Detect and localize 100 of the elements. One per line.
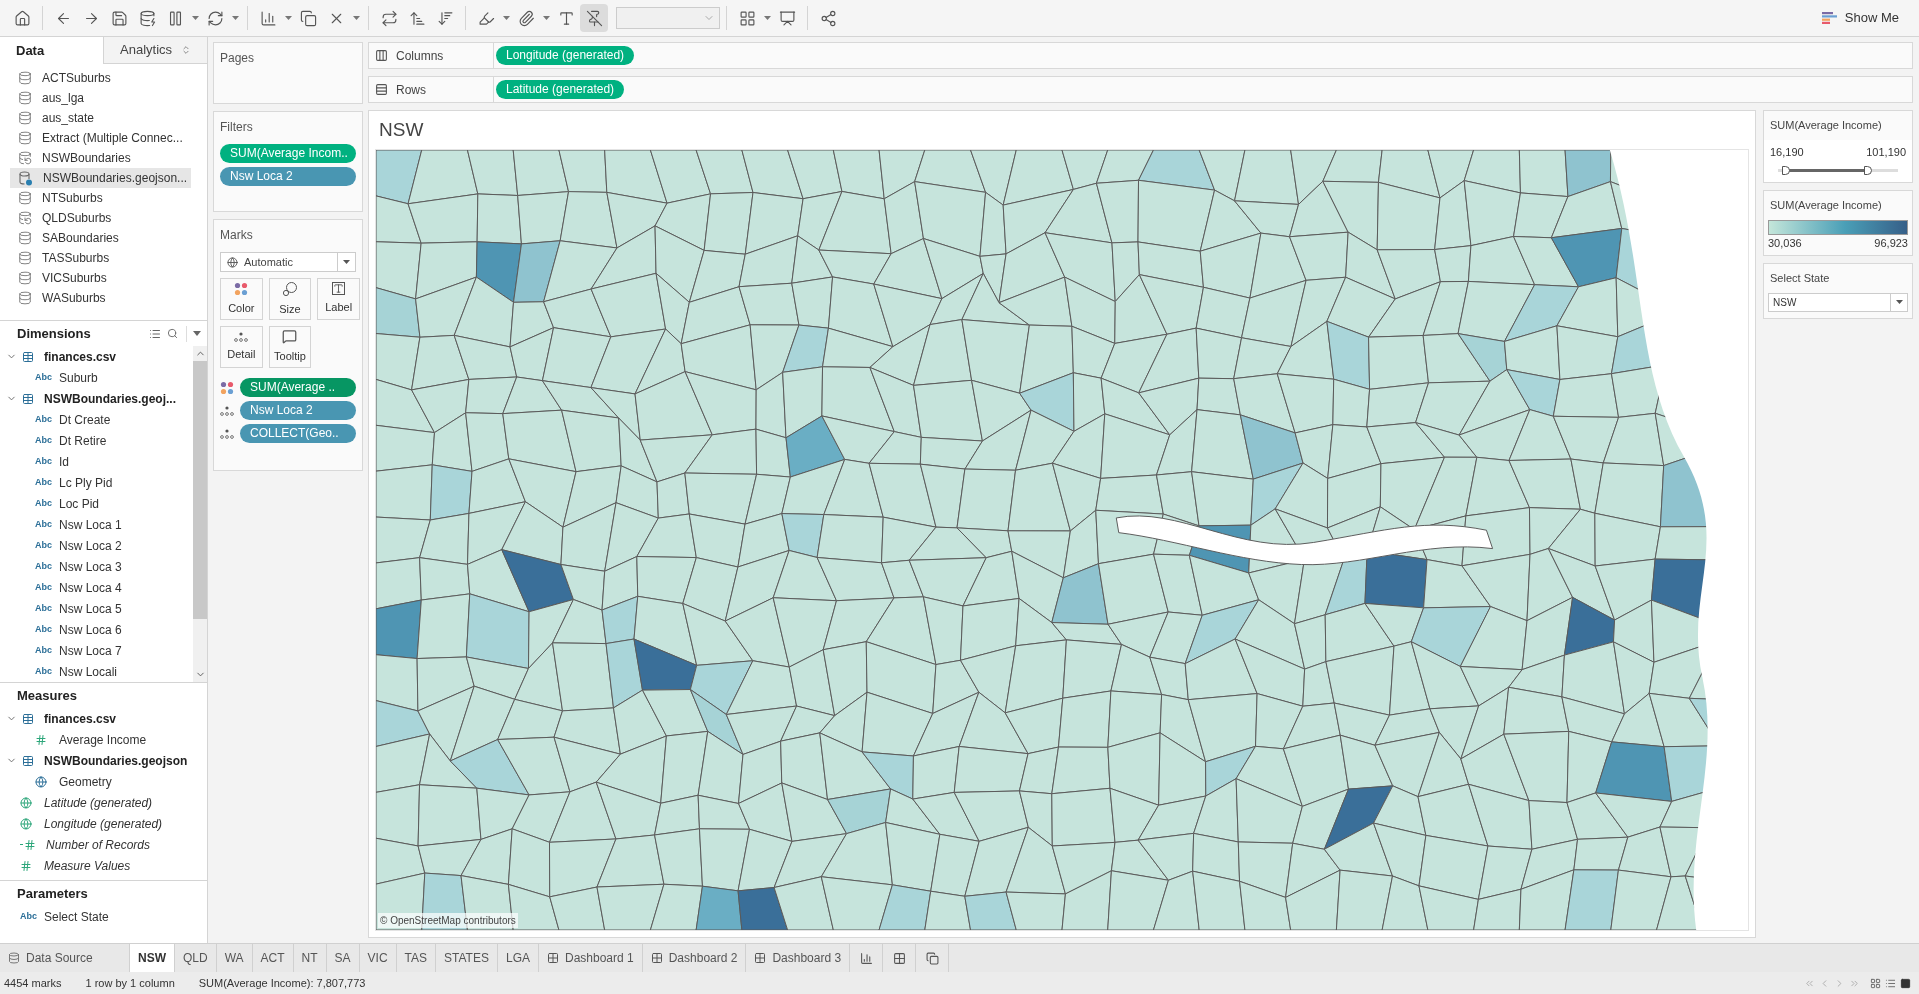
search-icon[interactable] <box>167 328 178 339</box>
field-name[interactable]: Id <box>59 452 69 471</box>
field-name[interactable]: Nsw Loca 5 <box>59 599 122 618</box>
table-icon <box>22 712 34 725</box>
field-name[interactable]: Average Income <box>59 730 147 749</box>
single-view-icon[interactable] <box>1900 977 1911 989</box>
data-source-item[interactable]: Extract (Multiple Connec... <box>10 128 191 148</box>
data-source-item[interactable]: SABoundaries <box>10 228 191 248</box>
data-source-item[interactable]: aus_lga <box>10 88 191 108</box>
sheet-tab[interactable]: NSW <box>130 944 175 972</box>
section-title: Parameters <box>17 884 88 903</box>
marks-card-button[interactable]: Label <box>317 278 360 320</box>
card-title: Pages <box>220 50 256 67</box>
up-down-chevrons-icon <box>181 45 191 55</box>
field-name[interactable]: Measure Values <box>44 856 131 875</box>
dots-icon <box>220 428 234 439</box>
field-name[interactable]: Number of Records <box>46 835 151 854</box>
database-icon <box>18 191 32 205</box>
field-name[interactable]: Nsw Loca 4 <box>59 578 122 597</box>
pane-tab[interactable]: Analytics <box>103 37 207 64</box>
marks-card-button[interactable]: Color <box>220 278 263 320</box>
pin-off-icon[interactable] <box>580 4 608 32</box>
database-icon <box>18 231 32 245</box>
field-name[interactable]: Nsw Loca 1 <box>59 515 122 534</box>
database-arrows-icon <box>18 151 32 165</box>
field-name[interactable]: Nsw Loca 7 <box>59 641 122 660</box>
field-name[interactable]: Longitude (generated) <box>44 814 163 833</box>
list-view-icon[interactable] <box>149 327 161 340</box>
type-label: Abc <box>35 454 53 468</box>
show-me-button[interactable]: Show Me <box>1809 4 1911 32</box>
caret-icon <box>1895 300 1903 304</box>
field-name[interactable]: Nsw Loca 3 <box>59 557 122 576</box>
database-icon <box>18 271 32 285</box>
list-view-icon[interactable] <box>1885 977 1896 989</box>
marks-card-button[interactable]: Detail <box>220 326 263 368</box>
type-label: Abc <box>35 580 53 594</box>
field-name[interactable]: Loc Pid <box>59 494 100 513</box>
field-name[interactable]: Dt Retire <box>59 431 107 450</box>
type-label: Abc <box>35 433 53 447</box>
section-title: Measures <box>17 686 77 705</box>
type-label: Abc <box>35 664 53 678</box>
map-icon <box>227 256 238 268</box>
table-name[interactable]: finances.csv <box>44 709 117 728</box>
sheet-title: NSW <box>378 117 425 142</box>
type-label: Abc <box>35 517 53 531</box>
database-icon <box>18 251 32 265</box>
mark-type-dropdown[interactable]: Automatic <box>220 252 356 272</box>
range-min: 16,190 <box>1770 144 1804 160</box>
field-name[interactable]: Nsw Loca 2 <box>59 536 122 555</box>
globe-icon <box>20 817 32 830</box>
data-source-item[interactable]: NTSuburbs <box>10 188 191 208</box>
field-name[interactable]: Dt Create <box>59 410 111 429</box>
marks-card-button[interactable]: Size <box>268 278 312 320</box>
table-icon <box>22 392 34 405</box>
dots-icon <box>234 331 249 342</box>
slider-thumb[interactable] <box>1864 165 1872 175</box>
data-source-item[interactable]: QLDSuburbs <box>10 208 191 228</box>
database-arrows-icon <box>18 211 32 225</box>
range-max: 101,190 <box>1866 144 1906 160</box>
field-name[interactable]: Latitude (generated) <box>44 793 153 812</box>
field-name[interactable]: Nsw Locali <box>59 662 118 681</box>
status-text: SUM(Average Income): 7,807,773 <box>198 975 366 991</box>
scrollbar[interactable] <box>193 346 207 682</box>
field-name[interactable]: Lc Ply Pid <box>59 473 113 492</box>
database-icon <box>18 111 32 125</box>
grid-icon <box>547 952 559 964</box>
grid-view-icon[interactable] <box>1870 977 1881 989</box>
field-name[interactable]: Select State <box>44 907 109 926</box>
legend-max: 96,923 <box>1874 235 1908 251</box>
text-box-icon <box>332 282 346 296</box>
field-name[interactable]: Suburb <box>59 368 98 387</box>
marks-card-button[interactable]: Tooltip <box>268 326 312 368</box>
map-attribution[interactable]: © OpenStreetMap contributors <box>378 913 518 928</box>
type-label: Abc <box>35 412 53 426</box>
card-title: SUM(Average Income) <box>1769 118 1883 133</box>
dots-icon <box>220 405 234 416</box>
grid-icon <box>650 952 663 964</box>
globe-icon <box>35 775 47 788</box>
field-pill[interactable]: SUM(Average .. <box>240 378 356 397</box>
data-source-item[interactable]: VICSuburbs <box>10 268 191 288</box>
slider-thumb[interactable] <box>1782 165 1791 175</box>
data-source-item[interactable]: NSWBoundaries.geojson... <box>10 168 191 188</box>
four-dots-icon <box>234 281 249 296</box>
data-source-item[interactable]: WASuburbs <box>10 288 191 308</box>
parameter-dropdown[interactable]: NSW <box>1768 292 1908 312</box>
dropdown-caret[interactable] <box>193 331 201 336</box>
table-name[interactable]: NSWBoundaries.geojson <box>44 751 188 770</box>
table-name[interactable]: NSWBoundaries.geoj... <box>44 389 176 408</box>
data-source-item[interactable]: ACTSuburbs <box>10 68 191 88</box>
data-source-item[interactable]: aus_state <box>10 108 191 128</box>
table-name[interactable]: finances.csv <box>44 347 117 366</box>
data-source-item[interactable]: TASSuburbs <box>10 248 191 268</box>
data-source-item[interactable]: NSWBoundaries <box>10 148 191 168</box>
type-label: Abc <box>35 601 53 615</box>
database-icon <box>18 71 32 85</box>
field-name[interactable]: Geometry <box>59 772 112 791</box>
bars-icon <box>1821 12 1837 24</box>
status-text: 1 row by 1 column <box>85 975 175 991</box>
field-name[interactable]: Nsw Loca 6 <box>59 620 122 639</box>
dropdown-field[interactable] <box>616 7 720 29</box>
